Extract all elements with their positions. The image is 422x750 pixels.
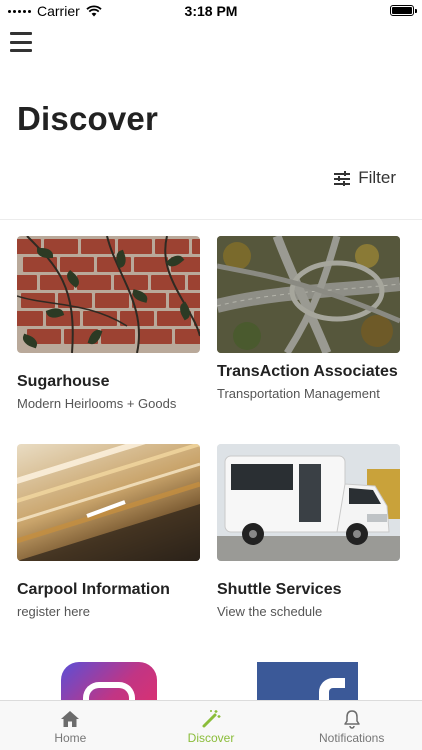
battery-icon	[390, 5, 417, 16]
status-time: 3:18 PM	[184, 3, 238, 19]
card-title: Carpool Information	[17, 581, 170, 598]
bus-illustration	[217, 444, 400, 561]
filter-button[interactable]: Filter	[334, 168, 396, 188]
card-transaction-associates[interactable]: TransAction Associates Transportation Ma…	[217, 236, 400, 401]
motion-illustration	[17, 444, 200, 561]
card-subtitle: View the schedule	[217, 604, 323, 619]
card-title: Sugarhouse	[17, 373, 110, 390]
card-image-motion-blur	[17, 444, 200, 561]
status-bar: Carrier 3:18 PM	[0, 0, 422, 22]
tab-bar: Home Discover Notifications	[0, 700, 422, 750]
tab-label: Home	[54, 731, 87, 745]
tab-label: Notifications	[318, 731, 385, 745]
sliders-icon	[334, 170, 351, 186]
highway-illustration	[217, 236, 400, 353]
card-subtitle: register here	[17, 604, 90, 619]
tab-notifications[interactable]: Notifications	[281, 701, 422, 750]
card-sugarhouse[interactable]: Sugarhouse Modern Heirlooms + Goods	[17, 236, 200, 411]
page-title: Discover	[17, 100, 159, 137]
menu-icon[interactable]	[10, 32, 32, 52]
card-image-brick-wall	[17, 236, 200, 353]
tab-label: Discover	[187, 731, 235, 745]
card-title: TransAction Associates	[217, 363, 398, 380]
card-image-shuttle-bus	[217, 444, 400, 561]
card-image-highway	[217, 236, 400, 353]
filter-label: Filter	[358, 168, 396, 187]
home-icon	[59, 709, 81, 729]
card-title: Shuttle Services	[217, 581, 342, 598]
card-shuttle-services[interactable]: Shuttle Services View the schedule	[217, 444, 400, 619]
card-subtitle: Modern Heirlooms + Goods	[17, 396, 177, 411]
tab-discover[interactable]: Discover	[141, 701, 282, 750]
divider	[0, 219, 422, 220]
magic-wand-icon	[200, 709, 222, 729]
tab-home[interactable]: Home	[0, 701, 141, 750]
bell-icon	[341, 709, 363, 729]
card-subtitle: Transportation Management	[217, 386, 380, 401]
card-carpool-information[interactable]: Carpool Information register here	[17, 444, 200, 619]
